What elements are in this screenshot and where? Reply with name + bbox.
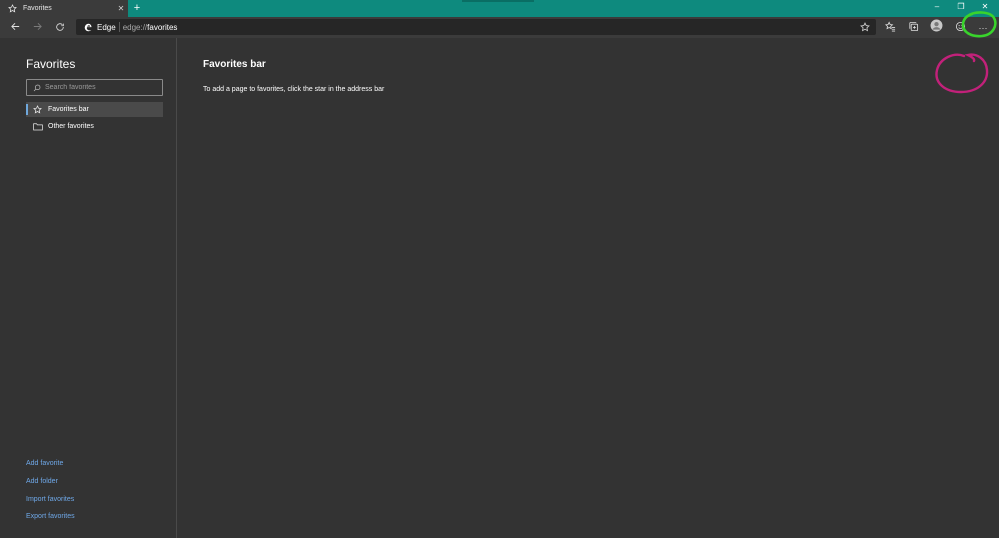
search-favorites-input[interactable] bbox=[45, 84, 155, 91]
minimize-button[interactable]: – bbox=[925, 0, 949, 14]
avatar bbox=[930, 19, 943, 37]
import-favorites-link[interactable]: Import favorites bbox=[26, 496, 74, 503]
sidebar-item-other-favorites[interactable]: Other favorites bbox=[26, 119, 163, 134]
smiley-icon bbox=[955, 19, 966, 37]
sidebar-item-label: Favorites bar bbox=[48, 106, 89, 113]
arrow-left-icon bbox=[10, 19, 21, 37]
edge-logo-icon bbox=[84, 23, 93, 32]
favorites-list-icon bbox=[884, 19, 896, 37]
restore-button[interactable]: ❐ bbox=[949, 0, 973, 14]
forward-button[interactable] bbox=[28, 19, 46, 36]
address-divider bbox=[119, 22, 120, 32]
star-icon bbox=[33, 105, 43, 115]
sidebar-title: Favorites bbox=[26, 57, 76, 71]
search-favorites-box[interactable] bbox=[26, 79, 163, 96]
collections-icon bbox=[908, 19, 919, 37]
tab-close-button[interactable]: ✕ bbox=[114, 4, 128, 13]
magenta-circle-annotation bbox=[935, 53, 989, 94]
export-favorites-link[interactable]: Export favorites bbox=[26, 513, 75, 520]
star-icon bbox=[860, 19, 870, 37]
back-button[interactable] bbox=[6, 19, 24, 36]
arrow-right-icon bbox=[32, 19, 43, 37]
new-tab-button[interactable]: + bbox=[130, 1, 144, 16]
profile-button[interactable] bbox=[927, 19, 945, 36]
url-scheme: edge:// bbox=[122, 22, 148, 32]
tab-title: Favorites bbox=[23, 5, 52, 12]
favorites-button[interactable] bbox=[881, 19, 899, 36]
tab-favorites[interactable]: Favorites ✕ bbox=[0, 0, 128, 17]
sidebar-item-label: Other favorites bbox=[48, 123, 94, 130]
refresh-button[interactable] bbox=[51, 19, 69, 36]
add-favorite-link[interactable]: Add favorite bbox=[26, 460, 63, 467]
collections-button[interactable] bbox=[904, 19, 922, 36]
star-icon bbox=[8, 4, 18, 14]
search-icon bbox=[33, 79, 41, 97]
sidebar-item-favorites-bar[interactable]: Favorites bar bbox=[26, 102, 163, 117]
url-path: favorites bbox=[147, 22, 178, 32]
title-bar-drag-mark bbox=[462, 0, 534, 2]
feedback-button[interactable] bbox=[951, 19, 969, 36]
settings-and-more-button[interactable]: ··· bbox=[973, 19, 993, 36]
add-folder-link[interactable]: Add folder bbox=[26, 478, 58, 485]
address-bar[interactable]: Edge edge:// favorites bbox=[76, 19, 876, 35]
page-title: Favorites bar bbox=[203, 59, 266, 70]
title-bar: Favorites ✕ + – ❐ ✕ bbox=[0, 0, 999, 17]
refresh-icon bbox=[55, 19, 65, 37]
site-identity-label: Edge bbox=[97, 22, 116, 32]
empty-state-hint: To add a page to favorites, click the st… bbox=[203, 86, 385, 93]
add-favorite-star-button[interactable] bbox=[856, 19, 874, 36]
close-window-button[interactable]: ✕ bbox=[973, 0, 997, 14]
folder-icon bbox=[33, 122, 43, 132]
